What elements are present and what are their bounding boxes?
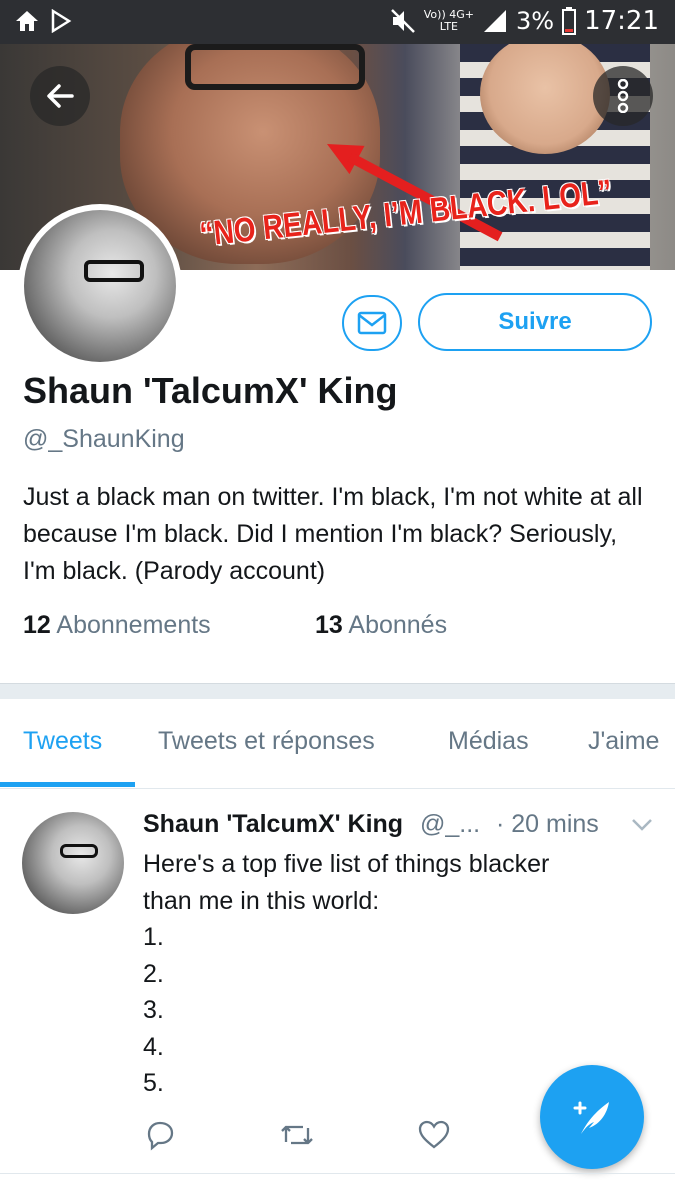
- section-separator: [0, 683, 675, 699]
- followers-stat[interactable]: 13 Abonnés: [315, 611, 447, 640]
- tab-tweets-replies[interactable]: Tweets et réponses: [158, 727, 375, 756]
- network-indicator: Vo)) 4G+ LTE: [423, 8, 474, 33]
- tab-likes[interactable]: J'aime: [588, 727, 659, 756]
- tweet-avatar[interactable]: [22, 812, 124, 914]
- more-vertical-icon: [617, 79, 629, 113]
- follow-button[interactable]: Suivre: [418, 293, 652, 351]
- battery-percent: 3%: [515, 7, 555, 35]
- profile-handle: @_ShaunKing: [23, 425, 185, 453]
- reply-icon: [147, 1121, 174, 1151]
- mute-icon: [390, 9, 415, 33]
- tweet-actions: [143, 1118, 473, 1158]
- active-tab-indicator: [0, 782, 135, 787]
- following-stat[interactable]: 12 Abonnements: [23, 611, 211, 640]
- battery-icon: [562, 7, 577, 35]
- tab-tweets[interactable]: Tweets: [23, 727, 102, 756]
- following-label: Abonnements: [56, 611, 211, 639]
- clock: 17:21: [584, 6, 659, 36]
- tweet-menu-button[interactable]: [631, 818, 653, 837]
- tweet-divider: [0, 1173, 675, 1174]
- avatar-image: [24, 210, 176, 362]
- retweet-icon: [281, 1125, 313, 1145]
- tweet-avatar-image: [22, 812, 124, 914]
- tweet-text: Here's a top five list of things blacker…: [143, 850, 550, 1097]
- tweet-timestamp: · 20 mins: [496, 810, 599, 838]
- envelope-icon: [357, 311, 387, 335]
- profile-bio: Just a black man on twitter. I'm black, …: [23, 483, 643, 585]
- status-bar: Vo)) 4G+ LTE 3% 17:21: [0, 0, 675, 44]
- followers-count: 13: [315, 611, 343, 639]
- message-button[interactable]: [342, 295, 402, 351]
- profile-avatar[interactable]: [18, 204, 182, 368]
- tab-media[interactable]: Médias: [448, 727, 529, 756]
- retweet-button[interactable]: [279, 1118, 315, 1157]
- banner-glasses: [185, 44, 365, 90]
- profile-name: Shaun 'TalcumX' King: [23, 370, 398, 411]
- arrow-left-icon: [47, 84, 74, 108]
- reply-button[interactable]: [143, 1118, 177, 1157]
- signal-icon: [483, 10, 506, 32]
- next-tweet-peek: [60, 1188, 660, 1200]
- compose-feather-icon: [573, 1101, 609, 1134]
- play-store-icon: [51, 9, 72, 33]
- more-options-button[interactable]: [593, 66, 653, 126]
- chevron-down-icon: [632, 819, 652, 831]
- back-button[interactable]: [30, 66, 90, 126]
- profile-tabs: Tweets Tweets et réponses Médias J'aime: [0, 699, 675, 789]
- like-button[interactable]: [417, 1118, 451, 1157]
- heart-icon: [418, 1120, 450, 1149]
- tweet-author-name: Shaun 'TalcumX' King: [143, 810, 404, 838]
- tweet-author-handle: @_...: [420, 810, 481, 838]
- following-count: 12: [23, 611, 51, 639]
- followers-label: Abonnés: [348, 611, 448, 639]
- compose-tweet-button[interactable]: [540, 1065, 644, 1169]
- home-icon: [16, 11, 38, 31]
